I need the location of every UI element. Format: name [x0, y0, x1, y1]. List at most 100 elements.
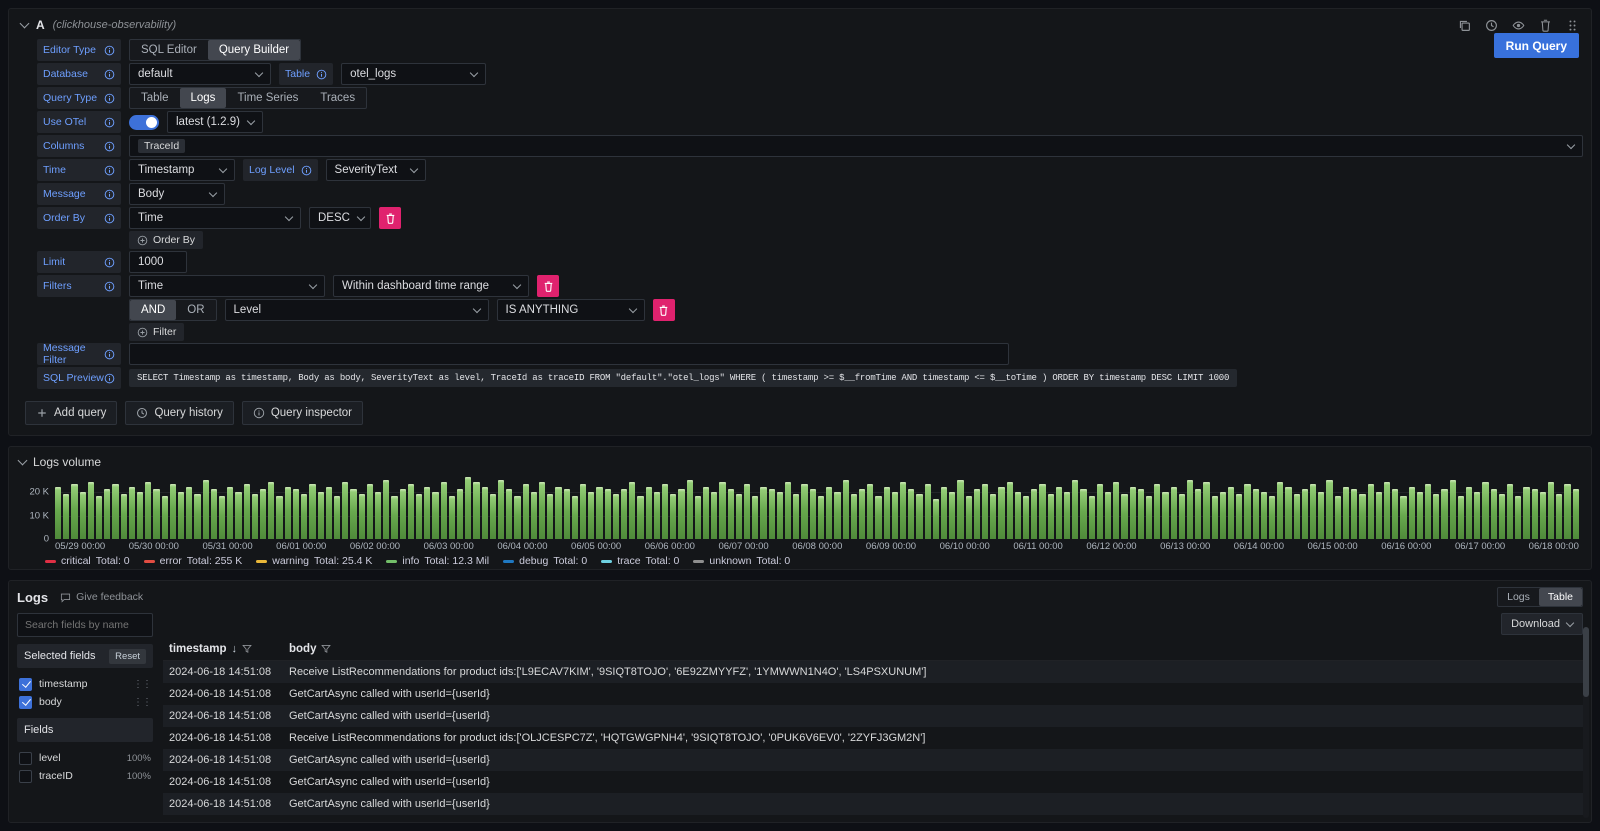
volume-bar	[473, 482, 479, 539]
checkbox-checked-icon[interactable]	[19, 696, 32, 709]
remove-query-trash-icon[interactable]	[1539, 19, 1552, 32]
editor-type-sql-editor[interactable]: SQL Editor	[130, 40, 208, 60]
sort-desc-icon[interactable]: ↓	[232, 643, 238, 655]
chevron-down-icon	[513, 280, 521, 288]
column-header-body[interactable]: body	[289, 643, 1583, 655]
legend-item-info[interactable]: infoTotal: 12.3 Mil	[386, 555, 489, 567]
checkbox-unchecked-icon[interactable]	[19, 752, 32, 765]
legend-item-warning[interactable]: warningTotal: 25.4 K	[256, 555, 372, 567]
reset-fields-button[interactable]: Reset	[109, 649, 146, 664]
checkbox-checked-icon[interactable]	[19, 678, 32, 691]
filter-funnel-icon[interactable]	[242, 644, 252, 654]
give-feedback-link[interactable]: Give feedback	[60, 591, 143, 603]
scrollbar[interactable]	[1583, 627, 1589, 818]
drag-grip-icon[interactable]: ⋮⋮	[133, 697, 151, 708]
filter2-field-select[interactable]: Level	[225, 299, 489, 321]
otel-version-select[interactable]: latest (1.2.9)	[167, 111, 263, 133]
volume-bar	[219, 496, 225, 539]
y-tick-label: 10 K	[29, 511, 49, 522]
legend-swatch	[601, 560, 612, 563]
filter1-field-select[interactable]: Time	[129, 275, 325, 297]
column-header-timestamp[interactable]: timestamp ↓	[163, 643, 289, 655]
use-otel-toggle[interactable]	[129, 115, 159, 130]
checkbox-unchecked-icon[interactable]	[19, 770, 32, 783]
history-icon	[136, 407, 148, 419]
legend-item-trace[interactable]: traceTotal: 0	[601, 555, 679, 567]
search-fields-input[interactable]	[17, 613, 153, 637]
run-query-button[interactable]: Run Query	[1494, 33, 1579, 58]
query-type-time-series[interactable]: Time Series	[226, 88, 309, 108]
history-icon[interactable]	[1485, 19, 1498, 32]
legend-item-debug[interactable]: debugTotal: 0	[503, 555, 587, 567]
drag-grip-icon[interactable]: ⋮⋮	[133, 679, 151, 690]
time-column-select[interactable]: Timestamp	[129, 159, 235, 181]
filter2-operator-select[interactable]: IS ANYTHING	[497, 299, 645, 321]
query-inspector-button[interactable]: Query inspector	[242, 401, 363, 425]
x-tick-label: 06/05 00:00	[571, 541, 621, 552]
order-direction-select[interactable]: DESC	[309, 207, 371, 229]
limit-input[interactable]	[129, 251, 187, 273]
table-select[interactable]: otel_logs	[341, 63, 486, 85]
remove-filter1-button[interactable]	[537, 275, 559, 297]
volume-bar	[178, 492, 184, 539]
log-row[interactable]: 2024-06-18 14:51:08Receive ListRecommend…	[163, 661, 1583, 683]
query-type-traces[interactable]: Traces	[309, 88, 366, 108]
collapse-chevron-icon[interactable]	[20, 19, 30, 29]
message-label: Message	[37, 183, 121, 205]
query-history-button[interactable]: Query history	[125, 401, 233, 425]
volume-bar	[1359, 494, 1365, 539]
query-type-logs[interactable]: Logs	[180, 88, 227, 108]
add-query-button[interactable]: Add query	[25, 401, 117, 425]
query-type-table[interactable]: Table	[130, 88, 180, 108]
columns-multiselect[interactable]: TraceId	[129, 135, 1583, 157]
drag-handle-icon[interactable]	[1566, 19, 1579, 32]
chevron-down-icon	[209, 188, 217, 196]
add-filter-button[interactable]: Filter	[129, 323, 184, 341]
download-button[interactable]: Download	[1501, 613, 1583, 635]
log-body-cell: Receive ListRecommendations for product …	[289, 666, 1583, 678]
log-timestamp-cell: 2024-06-18 14:51:08	[163, 710, 289, 722]
field-traceid[interactable]: traceID 100%	[17, 767, 153, 785]
log-row[interactable]: 2024-06-18 14:51:08GetCartAsync called w…	[163, 793, 1583, 815]
add-order-by-button[interactable]: Order By	[129, 231, 203, 249]
log-row[interactable]: 2024-06-18 14:51:08Receive ListRecommend…	[163, 727, 1583, 749]
legend-item-error[interactable]: errorTotal: 255 K	[144, 555, 243, 567]
log-row[interactable]: 2024-06-18 14:51:08GetCartAsync called w…	[163, 749, 1583, 771]
volume-bar	[539, 482, 545, 539]
scrollbar-thumb[interactable]	[1583, 627, 1589, 697]
duplicate-icon[interactable]	[1458, 19, 1471, 32]
log-level-select[interactable]: SeverityText	[326, 159, 426, 181]
view-toggle-logs[interactable]: Logs	[1498, 588, 1539, 606]
filter1-operator-select[interactable]: Within dashboard time range	[333, 275, 529, 297]
legend-item-critical[interactable]: criticalTotal: 0	[45, 555, 130, 567]
field-level[interactable]: level 100%	[17, 749, 153, 767]
plot-area	[55, 475, 1579, 539]
legend-item-unknown[interactable]: unknownTotal: 0	[693, 555, 790, 567]
hide-response-eye-icon[interactable]	[1512, 19, 1525, 32]
log-row[interactable]: 2024-06-18 14:51:08GetCartAsync called w…	[163, 683, 1583, 705]
x-tick-label: 06/16 00:00	[1381, 541, 1431, 552]
database-select[interactable]: default	[129, 63, 271, 85]
or-button[interactable]: OR	[176, 300, 215, 320]
log-timestamp-cell: 2024-06-18 14:51:08	[163, 776, 289, 788]
columns-value-chip[interactable]: TraceId	[138, 139, 185, 153]
selected-field-body[interactable]: body ⋮⋮	[17, 693, 153, 711]
volume-bar	[572, 496, 578, 539]
volume-bar	[514, 496, 520, 539]
volume-bar	[457, 489, 463, 539]
log-row[interactable]: 2024-06-18 14:51:08Receive ListRecommend…	[163, 815, 1583, 816]
view-toggle-table[interactable]: Table	[1539, 588, 1582, 606]
message-column-select[interactable]: Body	[129, 183, 225, 205]
log-row[interactable]: 2024-06-18 14:51:08GetCartAsync called w…	[163, 705, 1583, 727]
message-filter-input[interactable]	[129, 343, 1009, 365]
remove-order-by-button[interactable]	[379, 207, 401, 229]
remove-filter2-button[interactable]	[653, 299, 675, 321]
log-row[interactable]: 2024-06-18 14:51:08GetCartAsync called w…	[163, 771, 1583, 793]
editor-type-query-builder[interactable]: Query Builder	[208, 40, 300, 60]
order-by-field-select[interactable]: Time	[129, 207, 301, 229]
filter-funnel-icon[interactable]	[321, 644, 331, 654]
selected-field-timestamp[interactable]: timestamp ⋮⋮	[17, 675, 153, 693]
logs-volume-header[interactable]: Logs volume	[19, 453, 1581, 471]
volume-bar	[523, 484, 529, 539]
and-button[interactable]: AND	[130, 300, 176, 320]
